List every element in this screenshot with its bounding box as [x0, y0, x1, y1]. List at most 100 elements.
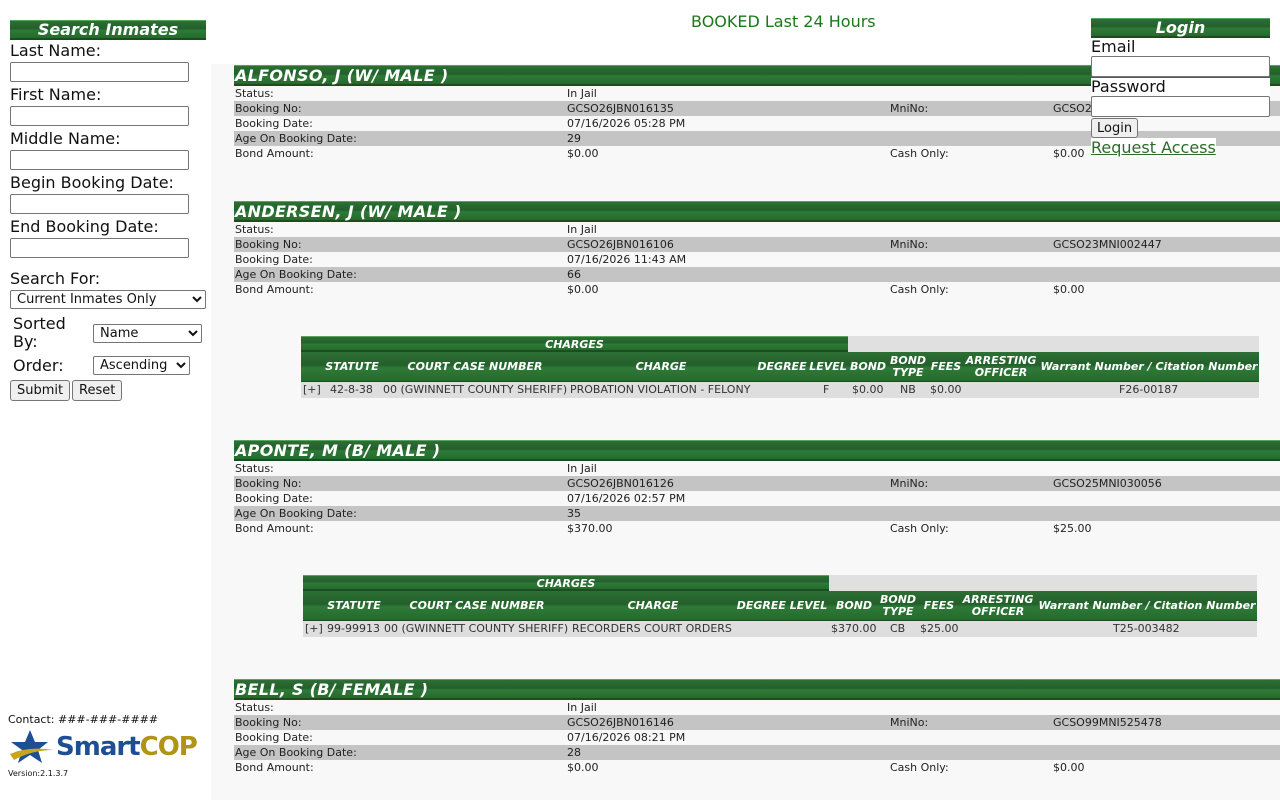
inmate-name-header[interactable]: BELL, S (B/ FEMALE ) — [234, 679, 1280, 700]
login-button[interactable]: Login — [1091, 118, 1139, 138]
bond-amount-label: Bond Amount: — [235, 522, 314, 535]
col-statute: STATUTE — [327, 599, 381, 612]
bond-amount-value: $0.00 — [567, 147, 599, 160]
charge-court-case: 00 (GWINNETT COUNTY SHERIFF) — [384, 622, 569, 635]
bond-amount-value: $0.00 — [567, 761, 599, 774]
login-panel: Login Email Password Login Request Acces… — [1091, 18, 1270, 157]
booking-no-value: GCSO26JBN016146 — [567, 716, 674, 729]
search-for-select[interactable]: Current Inmates Only — [10, 290, 206, 309]
booking-no-row: Booking No: GCSO26JBN016146 MniNo: GCSO9… — [234, 715, 1280, 730]
end-booking-date-input[interactable] — [10, 238, 189, 258]
reset-button[interactable]: Reset — [72, 380, 123, 401]
status-label: Status: — [235, 701, 274, 714]
last-name-label: Last Name: — [10, 41, 102, 60]
submit-button[interactable]: Submit — [10, 380, 71, 401]
cash-only-value: $0.00 — [1053, 761, 1085, 774]
order-select[interactable]: Ascending — [93, 356, 190, 375]
col-fees: FEES — [930, 360, 962, 373]
password-input[interactable] — [1091, 96, 1270, 117]
booking-no-label: Booking No: — [235, 238, 302, 251]
booking-date-value: 07/16/2026 11:43 AM — [567, 253, 687, 266]
booking-no-label: Booking No: — [235, 716, 302, 729]
status-value: In Jail — [567, 701, 597, 714]
password-label: Password — [1091, 78, 1270, 96]
col-degree: DEGREE — [757, 360, 807, 373]
first-name-label: First Name: — [10, 85, 102, 104]
mni-no-label: MniNo: — [890, 102, 929, 115]
booking-date-label: Booking Date: — [235, 731, 313, 744]
col-bond: BOND — [849, 360, 887, 373]
booking-no-label: Booking No: — [235, 102, 302, 115]
col-court-case-number: COURT CASE NUMBER — [407, 360, 543, 373]
charges-table: CHARGES STATUTE COURT CASE NUMBER CHARGE… — [301, 336, 1259, 398]
end-booking-date-label: End Booking Date: — [10, 217, 159, 236]
bond-amount-value: $370.00 — [567, 522, 613, 535]
mni-no-label: MniNo: — [890, 477, 929, 490]
booking-no-value: GCSO26JBN016106 — [567, 238, 674, 251]
last-name-input[interactable] — [10, 62, 189, 82]
begin-booking-date-input[interactable] — [10, 194, 189, 214]
status-row: Status: In Jail — [234, 461, 1280, 476]
age-label: Age On Booking Date: — [235, 746, 357, 759]
booking-date-value: 07/16/2026 08:21 PM — [567, 731, 686, 744]
booking-no-row: Booking No: GCSO26JBN016106 MniNo: GCSO2… — [234, 237, 1280, 252]
email-label: Email — [1091, 38, 1270, 56]
charge-degree: F — [823, 383, 830, 396]
col-warrant-number: Warrant Number / Citation Number — [1038, 599, 1256, 612]
order-label: Order: — [13, 356, 64, 375]
booking-no-value: GCSO26JBN016135 — [567, 102, 674, 115]
cash-only-value: $25.00 — [1053, 522, 1092, 535]
mni-no-label: MniNo: — [890, 238, 929, 251]
logo-text-smart: Smart — [56, 732, 141, 762]
status-label: Status: — [235, 87, 274, 100]
col-bond-type: BOND TYPE — [889, 354, 927, 379]
middle-name-input[interactable] — [10, 150, 189, 170]
bond-row: Bond Amount: $0.00 Cash Only: $0.00 — [234, 760, 1280, 775]
charges-table: CHARGES STATUTE COURT CASE NUMBER CHARGE… — [303, 575, 1257, 637]
charges-title-row: CHARGES — [303, 575, 1257, 591]
status-label: Status: — [235, 462, 274, 475]
charge-description: RECORDERS COURT ORDERS — [572, 622, 732, 635]
age-label: Age On Booking Date: — [235, 268, 357, 281]
contact-text: Contact: ###-###-#### — [8, 713, 159, 726]
inmate-results: ALFONSO, J (W/ MALE ) Status: In Jail Bo… — [211, 64, 1280, 800]
age-value: 29 — [567, 132, 581, 145]
bond-row: Bond Amount: $370.00 Cash Only: $25.00 — [234, 521, 1280, 536]
age-row: Age On Booking Date: 66 — [234, 267, 1280, 282]
charge-statute: 42-8-38 — [330, 383, 373, 396]
booking-date-label: Booking Date: — [235, 492, 313, 505]
booking-date-row: Booking Date: 07/16/2026 08:21 PM — [234, 730, 1280, 745]
charge-fees: $0.00 — [930, 383, 962, 396]
charge-row: [+] 99-99913 00 (GWINNETT COUNTY SHERIFF… — [303, 621, 1257, 637]
bond-amount-label: Bond Amount: — [235, 761, 314, 774]
charge-bond-type: CB — [890, 622, 906, 635]
inmate-name-header[interactable]: ANDERSEN, J (W/ MALE ) — [234, 201, 1280, 222]
col-court-case-number: COURT CASE NUMBER — [409, 599, 545, 612]
col-arresting-officer: ARRESTING OFFICER — [962, 593, 1034, 618]
inmate-name-header[interactable]: APONTE, M (B/ MALE ) — [234, 440, 1280, 461]
first-name-input[interactable] — [10, 106, 189, 126]
mni-no-value: GCSO2 — [1053, 102, 1092, 115]
sorted-by-select[interactable]: Name — [93, 324, 202, 343]
charge-warrant: F26-00187 — [1119, 383, 1179, 396]
status-value: In Jail — [567, 462, 597, 475]
col-level: LEVEL — [789, 599, 828, 612]
charges-title-row: CHARGES — [301, 336, 1259, 352]
request-access-link[interactable]: Request Access — [1091, 138, 1216, 157]
col-charge: CHARGE — [627, 599, 679, 612]
status-row: Status: In Jail — [234, 222, 1280, 237]
booking-date-value: 07/16/2026 05:28 PM — [567, 117, 686, 130]
smartcop-logo: SmartCOP — [8, 728, 198, 768]
expand-charge-button[interactable]: [+] — [305, 621, 323, 637]
expand-charge-button[interactable]: [+] — [303, 382, 321, 398]
col-bond-type: BOND TYPE — [879, 593, 917, 618]
charge-statute: 99-99913 — [327, 622, 380, 635]
bond-amount-label: Bond Amount: — [235, 283, 314, 296]
bond-amount-label: Bond Amount: — [235, 147, 314, 160]
cash-only-label: Cash Only: — [890, 283, 949, 296]
cash-only-value: $0.00 — [1053, 283, 1085, 296]
charges-header-row: STATUTE COURT CASE NUMBER CHARGE DEGREE … — [301, 352, 1259, 382]
booking-date-value: 07/16/2026 02:57 PM — [567, 492, 686, 505]
email-input[interactable] — [1091, 56, 1270, 77]
charges-header-row: STATUTE COURT CASE NUMBER CHARGE DEGREE … — [303, 591, 1257, 621]
